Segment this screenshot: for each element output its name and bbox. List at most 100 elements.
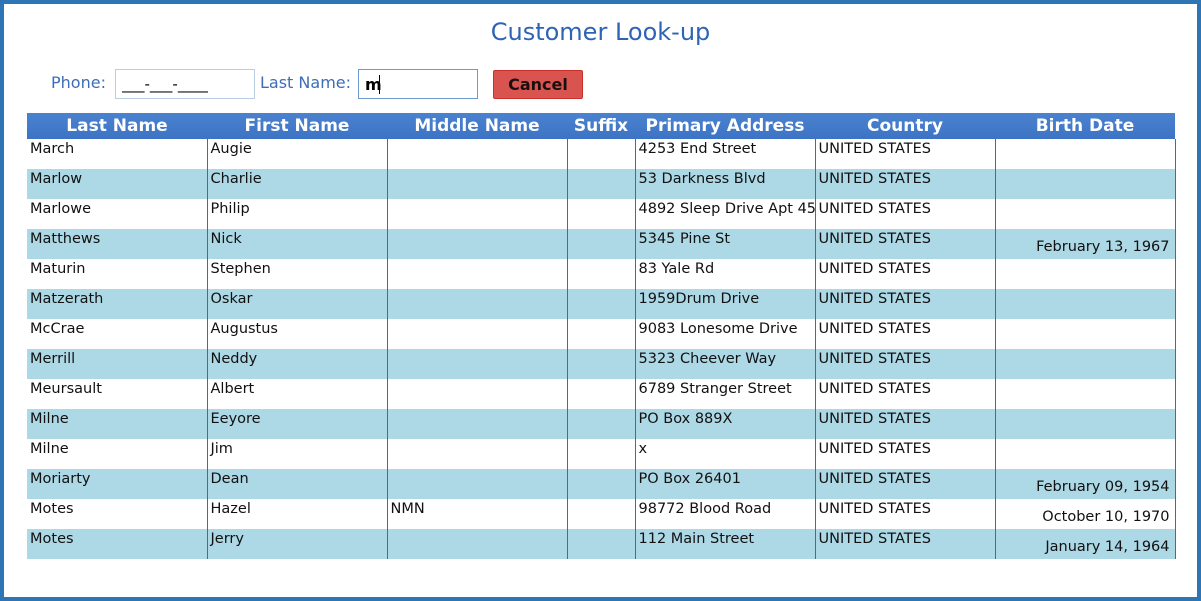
- middle-name-cell: [386, 409, 567, 439]
- phone-input[interactable]: [115, 69, 255, 99]
- birth-date-cell: [994, 409, 1176, 439]
- last-name-label: Last Name:: [260, 73, 352, 92]
- country-cell: UNITED STATES: [814, 259, 995, 289]
- suffix-cell: [566, 139, 635, 169]
- address-cell: 112 Main Street: [634, 529, 815, 559]
- page-title: Customer Look-up: [490, 18, 711, 46]
- table-row[interactable]: Marlow Charlie 53 Darkness Blvd UNITED STAT…: [27, 169, 1176, 199]
- table-row[interactable]: Milne Eeyore PO Box 889X UNITED STATES: [27, 409, 1176, 439]
- country-cell: UNITED STATES: [814, 529, 995, 559]
- last-name-cell: Matzerath: [27, 289, 207, 319]
- first-name-cell: Albert: [206, 379, 387, 409]
- customer-table: Last Name First Name Middle Name Suffix Prim…: [27, 113, 1176, 559]
- suffix-cell: [566, 529, 635, 559]
- app-window: Customer Look-up Phone: Last Name: Cance…: [0, 0, 1201, 601]
- suffix-cell: [566, 349, 635, 379]
- country-cell: UNITED STATES: [814, 319, 995, 349]
- country-cell: UNITED STATES: [814, 139, 995, 169]
- table-row[interactable]: Matzerath Oskar 1959Drum Drive UNITED STATE…: [27, 289, 1176, 319]
- birth-date-cell: [994, 199, 1176, 229]
- middle-name-cell: [386, 349, 567, 379]
- first-name-cell: Augie: [206, 139, 387, 169]
- middle-name-cell: [386, 319, 567, 349]
- birth-date-cell: October 10, 1970: [994, 499, 1176, 529]
- table-row[interactable]: Matthews Nick 5345 Pine St UNITED STATES Feb…: [27, 229, 1176, 259]
- last-name-cell: March: [27, 139, 207, 169]
- last-name-cell: Merrill: [27, 349, 207, 379]
- last-name-cell: Marlow: [27, 169, 207, 199]
- birth-date-cell: [994, 259, 1176, 289]
- country-cell: UNITED STATES: [814, 229, 995, 259]
- table-row[interactable]: Motes Jerry 112 Main Street UNITED STATES Ja…: [27, 529, 1176, 559]
- table-row[interactable]: Motes Hazel NMN 98772 Blood Road UNITED STAT…: [27, 499, 1176, 529]
- middle-name-cell: [386, 379, 567, 409]
- address-cell: PO Box 889X: [634, 409, 815, 439]
- col-suffix-header[interactable]: Suffix: [567, 113, 635, 139]
- address-cell: 83 Yale Rd: [634, 259, 815, 289]
- table-row[interactable]: Marlowe Philip 4892 Sleep Drive Apt 452 UNI…: [27, 199, 1176, 229]
- birth-date-cell: February 09, 1954: [994, 469, 1176, 499]
- birth-date-cell: [994, 379, 1176, 409]
- address-cell: 4253 End Street: [634, 139, 815, 169]
- cancel-button[interactable]: Cancel: [493, 70, 583, 99]
- first-name-cell: Stephen: [206, 259, 387, 289]
- middle-name-cell: [386, 469, 567, 499]
- address-cell: 5345 Pine St: [634, 229, 815, 259]
- suffix-cell: [566, 409, 635, 439]
- address-cell: 98772 Blood Road: [634, 499, 815, 529]
- first-name-cell: Oskar: [206, 289, 387, 319]
- birth-date-cell: [994, 289, 1176, 319]
- address-cell: PO Box 26401: [634, 469, 815, 499]
- suffix-cell: [566, 499, 635, 529]
- middle-name-cell: [386, 199, 567, 229]
- table-row[interactable]: Milne Jim x UNITED STATES: [27, 439, 1176, 469]
- first-name-cell: Augustus: [206, 319, 387, 349]
- table-row[interactable]: Meursault Albert 6789 Stranger Street UNITE…: [27, 379, 1176, 409]
- last-name-cell: McCrae: [27, 319, 207, 349]
- text-caret: [379, 75, 380, 94]
- table-row[interactable]: March Augie 4253 End Street UNITED STATES: [27, 139, 1176, 169]
- suffix-cell: [566, 229, 635, 259]
- birth-date-cell: [994, 349, 1176, 379]
- col-first-name-header[interactable]: First Name: [207, 113, 387, 139]
- col-birth-date-header[interactable]: Birth Date: [995, 113, 1175, 139]
- first-name-cell: Dean: [206, 469, 387, 499]
- country-cell: UNITED STATES: [814, 349, 995, 379]
- country-cell: UNITED STATES: [814, 379, 995, 409]
- address-cell: 1959Drum Drive: [634, 289, 815, 319]
- col-middle-name-header[interactable]: Middle Name: [387, 113, 567, 139]
- first-name-cell: Hazel: [206, 499, 387, 529]
- country-cell: UNITED STATES: [814, 499, 995, 529]
- address-cell: 6789 Stranger Street: [634, 379, 815, 409]
- middle-name-cell: [386, 439, 567, 469]
- col-primary-address-header[interactable]: Primary Address: [635, 113, 815, 139]
- address-cell: 4892 Sleep Drive Apt 452: [634, 199, 815, 229]
- table-row[interactable]: McCrae Augustus 9083 Lonesome Drive UNITED …: [27, 319, 1176, 349]
- col-last-name-header[interactable]: Last Name: [27, 113, 207, 139]
- table-row[interactable]: Merrill Neddy 5323 Cheever Way UNITED STATE…: [27, 349, 1176, 379]
- country-cell: UNITED STATES: [814, 199, 995, 229]
- col-country-header[interactable]: Country: [815, 113, 995, 139]
- address-cell: 53 Darkness Blvd: [634, 169, 815, 199]
- first-name-cell: Charlie: [206, 169, 387, 199]
- table-row[interactable]: Maturin Stephen 83 Yale Rd UNITED STATES: [27, 259, 1176, 289]
- table-row[interactable]: Moriarty Dean PO Box 26401 UNITED STATES Feb…: [27, 469, 1176, 499]
- middle-name-cell: [386, 259, 567, 289]
- suffix-cell: [566, 169, 635, 199]
- suffix-cell: [566, 439, 635, 469]
- middle-name-cell: [386, 169, 567, 199]
- last-name-input[interactable]: [358, 69, 478, 99]
- last-name-cell: Moriarty: [27, 469, 207, 499]
- country-cell: UNITED STATES: [814, 469, 995, 499]
- last-name-cell: Milne: [27, 409, 207, 439]
- first-name-cell: Neddy: [206, 349, 387, 379]
- first-name-cell: Eeyore: [206, 409, 387, 439]
- birth-date-cell: [994, 139, 1176, 169]
- last-name-cell: Motes: [27, 529, 207, 559]
- first-name-cell: Nick: [206, 229, 387, 259]
- birth-date-cell: February 13, 1967: [994, 229, 1176, 259]
- middle-name-cell: [386, 529, 567, 559]
- country-cell: UNITED STATES: [814, 409, 995, 439]
- suffix-cell: [566, 379, 635, 409]
- birth-date-cell: [994, 319, 1176, 349]
